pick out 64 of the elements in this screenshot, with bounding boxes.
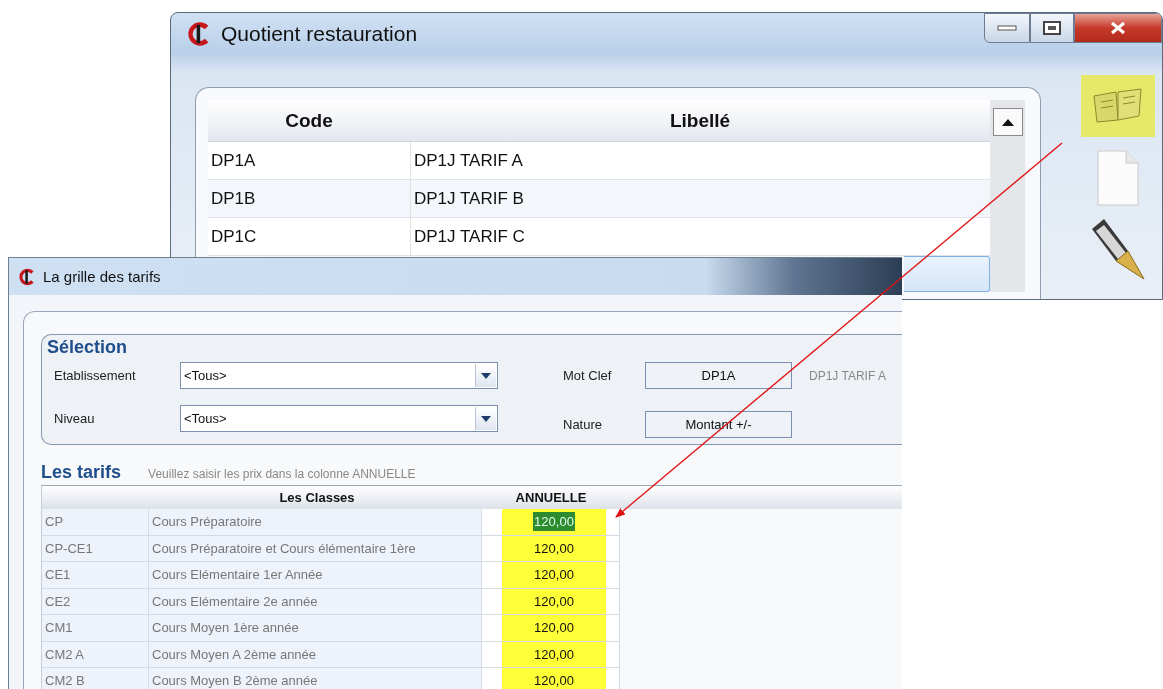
table-cell: Cours Préparatoire et Cours élémentaire 1ère	[149, 535, 482, 562]
table-cell: Cours Moyen A 2ème année	[149, 641, 482, 668]
restore-icon	[1043, 21, 1061, 35]
price-value: 120,00	[533, 672, 575, 689]
table-cell: Cours Elémentaire 2e année	[149, 588, 482, 615]
dropdown-arrow-icon	[481, 372, 491, 379]
table-cell: Cours Elémentaire 1er Année	[149, 562, 482, 589]
price-input-cell[interactable]: 120,00	[502, 588, 606, 614]
blank-page-icon	[1096, 149, 1140, 207]
table-cell[interactable]: DP1J TARIF B	[410, 180, 990, 218]
group-title: Sélection	[47, 337, 129, 358]
table-cell: CE2	[42, 588, 149, 615]
hint-text: Veuillez saisir les prix dans la colonne ANNUELLE	[148, 467, 416, 481]
maximize-button[interactable]	[1030, 13, 1074, 43]
field-label: Niveau	[54, 411, 96, 426]
scrollbar[interactable]	[990, 100, 1025, 292]
table-cell[interactable]: DP1J TARIF C	[410, 218, 990, 256]
table-cell: Cours Moyen 1ère année	[149, 615, 482, 642]
price-input-cell[interactable]: 120,00	[502, 562, 606, 588]
table-cell: CM1	[42, 615, 149, 642]
table-cell[interactable]: DP1A	[208, 142, 410, 180]
table-cell: CM2 B	[42, 668, 149, 689]
close-button[interactable]	[1074, 13, 1162, 43]
field-description: DP1J TARIF A	[808, 368, 887, 383]
field-label: Etablissement	[54, 368, 137, 383]
up-triangle-icon	[1000, 118, 1015, 126]
table-cell: CE1	[42, 562, 149, 589]
table-cell[interactable]: DP1C	[208, 218, 410, 256]
dropdown-field[interactable]: <Tous>	[180, 405, 498, 432]
price-input-cell[interactable]: 120,00	[502, 535, 606, 561]
price-input-cell[interactable]: 120,00	[502, 615, 606, 641]
close-icon	[1110, 21, 1126, 35]
price-input-cell[interactable]: 120,00	[502, 668, 606, 689]
price-value: 120,00	[533, 512, 575, 532]
window-title: Quotient restauration	[221, 22, 418, 46]
price-value: 120,00	[533, 619, 575, 638]
dropdown-arrow-icon	[481, 415, 491, 422]
field-label: Nature	[563, 417, 604, 432]
table-cell: Cours Moyen B 2ème année	[149, 668, 482, 689]
column-header[interactable]: ANNUELLE	[482, 486, 620, 509]
scroll-up-button[interactable]	[992, 108, 1023, 136]
price-input-cell[interactable]: 120,00	[502, 509, 606, 535]
column-header[interactable]: Les Classes	[42, 486, 482, 509]
section-title: Les tarifs	[41, 462, 122, 483]
table-cell: CP-CE1	[42, 535, 149, 562]
column-header[interactable]: Libellé	[410, 100, 990, 142]
open-book-icon	[1091, 86, 1145, 126]
table-cell[interactable]: DP1J TARIF A	[410, 142, 990, 180]
table-cell: Cours Préparatoire	[149, 509, 482, 536]
price-value: 120,00	[533, 566, 575, 585]
minimize-button[interactable]	[984, 13, 1030, 43]
dropdown-field[interactable]: <Tous>	[180, 362, 498, 389]
table-cell[interactable]: DP1B	[208, 180, 410, 218]
price-value: 120,00	[533, 539, 575, 558]
minimize-icon	[997, 25, 1017, 31]
price-value: 120,00	[533, 645, 575, 664]
price-input-cell[interactable]: 120,00	[502, 641, 606, 667]
table-cell: CM2 A	[42, 641, 149, 668]
column-header[interactable]: Code	[208, 100, 410, 142]
field-label: Mot Clef	[563, 368, 613, 383]
readonly-field[interactable]: DP1A	[645, 362, 792, 389]
price-value: 120,00	[533, 592, 575, 611]
table-cell: CP	[42, 509, 149, 536]
window-title: La grille des tarifs	[43, 268, 161, 285]
